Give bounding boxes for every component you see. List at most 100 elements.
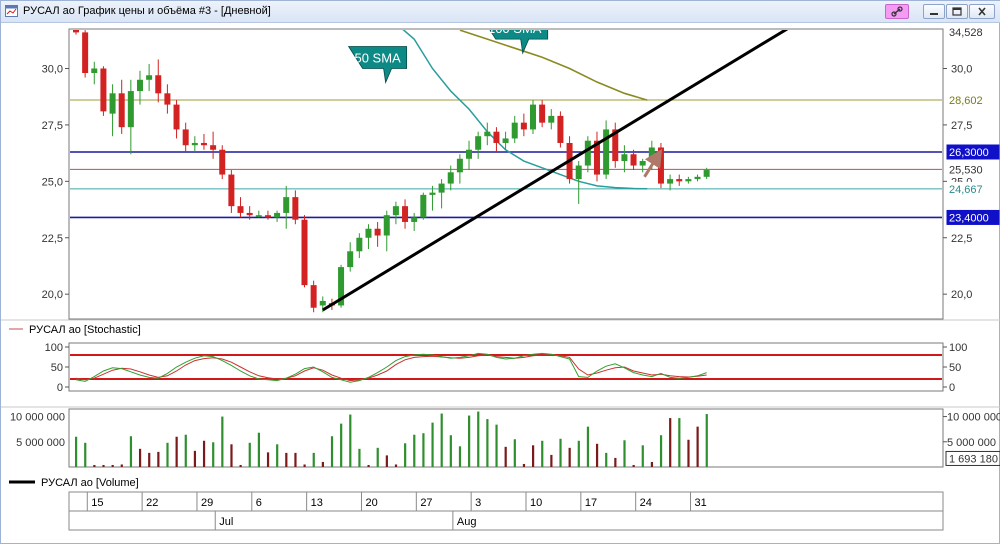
candle-body — [466, 149, 473, 159]
volume-bar — [330, 436, 334, 467]
candle-body — [575, 165, 582, 180]
minimize-button[interactable] — [923, 4, 945, 19]
candle-body — [475, 136, 482, 150]
time-tick-label: 31 — [695, 497, 707, 509]
candle-body — [301, 219, 308, 286]
candle-body — [118, 93, 125, 128]
volume-bar — [248, 442, 251, 467]
time-tick-label: 20 — [365, 497, 377, 509]
candle-body — [164, 93, 171, 105]
volume-tick-label: 5 000 000 — [16, 437, 65, 449]
candle-body — [283, 197, 290, 213]
candle-body — [694, 176, 701, 180]
close-button[interactable] — [969, 4, 995, 19]
volume-bar — [129, 436, 133, 467]
candle-body — [109, 93, 116, 114]
candle-body — [365, 228, 372, 238]
volume-bar — [202, 440, 206, 467]
volume-bar — [376, 447, 379, 467]
candle-body — [530, 104, 536, 130]
candle-body — [557, 115, 564, 143]
title-bar[interactable]: РУСАЛ ао График цены и объёма #3 - [Днев… — [1, 1, 1000, 23]
y-tick-label: 22,5 — [42, 233, 63, 245]
price-panel[interactable] — [68, 28, 944, 320]
volume-bar — [303, 464, 306, 467]
candle-body — [246, 212, 253, 216]
volume-bar — [221, 416, 224, 467]
volume-bar — [285, 452, 288, 467]
volume-bar — [404, 443, 407, 467]
candle-body — [438, 183, 445, 193]
window-title: РУСАЛ ао График цены и объёма #3 - [Днев… — [23, 5, 271, 17]
candle-body — [621, 154, 628, 162]
volume-tick-label: 5 000 000 — [947, 437, 996, 449]
maximize-button[interactable] — [946, 4, 968, 19]
volume-bar — [495, 424, 498, 467]
volume-bar — [422, 433, 425, 467]
volume-bar — [550, 454, 553, 467]
candle-body — [420, 194, 427, 218]
volume-bar — [230, 444, 233, 467]
candle-body — [292, 197, 299, 220]
volume-bar — [659, 435, 663, 467]
candle-body — [402, 206, 409, 222]
volume-bar — [102, 464, 105, 467]
candle-body — [639, 161, 646, 166]
y-tick-label: 27,5 — [42, 120, 63, 132]
candle-body — [255, 215, 262, 217]
stochastic-tick-label: 50 — [949, 362, 961, 374]
volume-bar — [166, 442, 169, 467]
stochastic-legend: РУСАЛ ао [Stochastic] — [29, 324, 141, 336]
volume-bar — [157, 451, 160, 467]
candle-body — [210, 145, 217, 150]
time-tick-label: 15 — [91, 497, 103, 509]
link-button[interactable] — [885, 4, 909, 19]
candle-body — [82, 32, 89, 74]
time-tick-label: 22 — [146, 497, 158, 509]
time-tick-label: 13 — [311, 497, 323, 509]
chart-window-icon — [5, 5, 18, 17]
volume-bar — [687, 439, 690, 467]
candle-body — [182, 129, 189, 146]
volume-bar — [367, 464, 370, 467]
stochastic-tick-label: 100 — [45, 342, 63, 354]
chart-window: РУСАЛ ао График цены и объёма #3 - [Днев… — [0, 0, 1000, 544]
volume-bar — [650, 461, 654, 467]
candle-body — [100, 68, 107, 112]
volume-bar — [148, 452, 151, 467]
volume-bar — [669, 418, 672, 467]
time-tick-label: 10 — [530, 497, 542, 509]
volume-last-label: 1 693 180 — [949, 453, 998, 465]
time-tick-label: 24 — [640, 497, 652, 509]
time-tick-label: 29 — [201, 497, 213, 509]
y-tick-label: 22,5 — [951, 233, 972, 245]
candle-body — [136, 79, 143, 92]
stochastic-panel[interactable] — [68, 342, 944, 392]
volume-bar — [504, 446, 507, 467]
candle-body — [429, 192, 436, 195]
candle-body — [237, 206, 244, 213]
volume-bar — [394, 464, 398, 467]
level-label: 26,3000 — [949, 147, 989, 159]
volume-bar — [276, 444, 279, 467]
volume-bar — [120, 464, 123, 467]
volume-bar — [257, 432, 260, 467]
volume-bar — [431, 422, 434, 467]
volume-bar — [614, 457, 617, 467]
volume-bar — [184, 434, 187, 467]
volume-tick-label: 10 000 000 — [947, 412, 1000, 424]
candle-body — [191, 142, 198, 146]
volume-bar — [175, 436, 178, 467]
candle-body — [502, 138, 509, 143]
time-tick-label: 27 — [420, 497, 432, 509]
chart-area[interactable]: 50 SMA100 SMA 20,022,525,027,530,0 20,02… — [1, 23, 1000, 543]
time-tick-label: 17 — [585, 497, 597, 509]
candle-body — [484, 131, 491, 137]
candle-body — [264, 215, 271, 218]
volume-bar — [458, 446, 462, 467]
volume-bar — [84, 442, 87, 467]
candle-body — [347, 251, 354, 268]
candle-body — [155, 75, 162, 94]
y-tick-label: 20,0 — [951, 289, 972, 301]
volume-bar — [595, 443, 599, 467]
